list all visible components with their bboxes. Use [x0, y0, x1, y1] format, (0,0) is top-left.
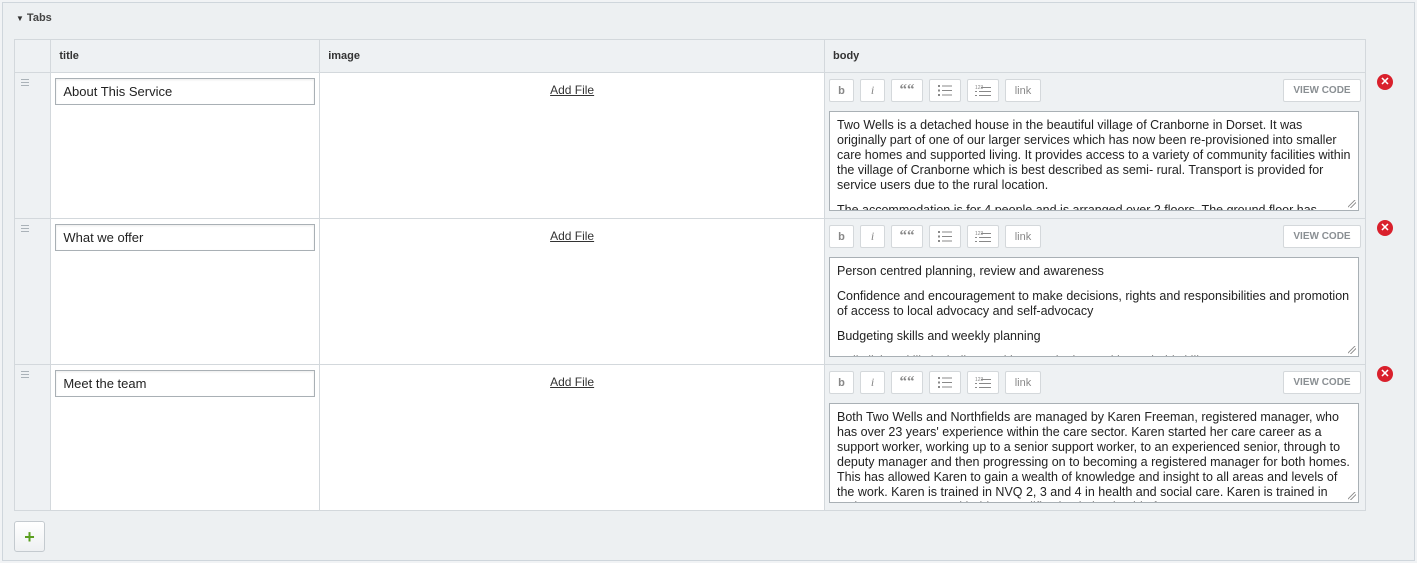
numbered-list-icon: 123 [975, 85, 991, 96]
column-header-title: title [50, 39, 321, 73]
bulleted-list-button[interactable] [929, 371, 961, 394]
title-input[interactable] [55, 224, 316, 251]
body-paragraph: Person centred planning, review and awar… [837, 264, 1104, 278]
add-file-link[interactable]: Add File [550, 83, 594, 97]
quote-icon: ““ [899, 82, 915, 98]
bold-label: b [838, 84, 845, 97]
body-paragraph: The accommodation is for 4 people and is… [837, 203, 1317, 211]
add-file-link[interactable]: Add File [550, 229, 594, 243]
view-code-button[interactable]: VIEW CODE [1283, 371, 1361, 394]
numbered-list-button[interactable]: 123 [967, 371, 999, 394]
link-button[interactable]: link [1005, 371, 1041, 394]
quote-button[interactable]: ““ [891, 225, 923, 248]
numbered-list-icon: 123 [975, 231, 991, 242]
remove-circle-icon: ✕ [1380, 221, 1390, 234]
grip-icon [21, 371, 29, 380]
table-header-row: title image body [13, 39, 1366, 73]
bulleted-list-icon [938, 231, 952, 242]
italic-button[interactable]: i [860, 371, 885, 394]
title-input[interactable] [55, 78, 316, 105]
bold-label: b [838, 230, 845, 243]
section-header[interactable]: ▼ Tabs [16, 12, 52, 24]
table-row: Add File b i ““ 123 [13, 72, 1366, 219]
view-code-button[interactable]: VIEW CODE [1283, 79, 1361, 102]
link-button[interactable]: link [1005, 225, 1041, 248]
add-row-button[interactable]: + [14, 521, 45, 552]
editor-toolbar: b i ““ 123 link VIEW CODE [825, 365, 1365, 396]
link-button[interactable]: link [1005, 79, 1041, 102]
bulleted-list-button[interactable] [929, 225, 961, 248]
handle-column-header [13, 39, 52, 73]
drag-handle[interactable] [13, 364, 52, 511]
body-textarea[interactable]: Person centred planning, review and awar… [829, 257, 1359, 357]
bold-label: b [838, 376, 845, 389]
view-code-label: VIEW CODE [1293, 377, 1351, 388]
italic-button[interactable]: i [860, 79, 885, 102]
remove-circle-icon: ✕ [1380, 367, 1390, 380]
numbered-list-button[interactable]: 123 [967, 225, 999, 248]
editor-toolbar: b i ““ 123 link VIEW CODE [825, 219, 1365, 250]
column-header-image: image [319, 39, 825, 73]
bold-button[interactable]: b [829, 225, 854, 248]
table-row: Add File b i ““ 123 [13, 218, 1366, 365]
resize-handle-icon[interactable] [1348, 492, 1356, 500]
title-input[interactable] [55, 370, 316, 397]
title-cell [50, 218, 321, 365]
body-paragraph: Budgeting skills and weekly planning [837, 329, 1041, 343]
quote-icon: ““ [899, 228, 915, 244]
remove-row-button[interactable]: ✕ [1377, 74, 1393, 90]
resize-handle-icon[interactable] [1348, 346, 1356, 354]
title-cell [50, 364, 321, 511]
numbered-list-button[interactable]: 123 [967, 79, 999, 102]
remove-row-button[interactable]: ✕ [1377, 220, 1393, 236]
grip-icon [21, 79, 29, 88]
body-paragraph: Confidence and encouragement to make dec… [837, 289, 1350, 318]
link-label: link [1014, 376, 1032, 389]
plus-icon: + [24, 526, 35, 547]
triangle-down-icon[interactable]: ▼ [16, 14, 24, 23]
quote-icon: ““ [899, 374, 915, 390]
image-cell: Add File [319, 218, 825, 365]
resize-handle-icon[interactable] [1348, 200, 1356, 208]
tabs-table: title image body Add File b i ““ [13, 39, 1366, 511]
body-textarea[interactable]: Two Wells is a detached house in the bea… [829, 111, 1359, 211]
view-code-button[interactable]: VIEW CODE [1283, 225, 1361, 248]
image-cell: Add File [319, 72, 825, 219]
remove-circle-icon: ✕ [1380, 75, 1390, 88]
quote-button[interactable]: ““ [891, 79, 923, 102]
view-code-label: VIEW CODE [1293, 85, 1351, 96]
bold-button[interactable]: b [829, 371, 854, 394]
italic-label: i [870, 375, 875, 389]
drag-handle[interactable] [13, 72, 52, 219]
quote-button[interactable]: ““ [891, 371, 923, 394]
view-code-label: VIEW CODE [1293, 231, 1351, 242]
column-header-body: body [824, 39, 1366, 73]
link-label: link [1014, 230, 1032, 243]
numbered-list-icon: 123 [975, 377, 991, 388]
italic-label: i [870, 229, 875, 243]
section-title: Tabs [26, 12, 52, 24]
body-cell: b i ““ 123 [824, 72, 1366, 219]
body-paragraph: Two Wells is a detached house in the bea… [837, 118, 1351, 192]
bulleted-list-button[interactable] [929, 79, 961, 102]
grip-icon [21, 225, 29, 234]
editor-toolbar: b i ““ 123 link VIEW CODE [825, 73, 1365, 104]
add-file-link[interactable]: Add File [550, 375, 594, 389]
link-label: link [1014, 84, 1032, 97]
body-cell: b i ““ 123 [824, 364, 1366, 511]
title-cell [50, 72, 321, 219]
body-paragraph: Both Two Wells and Northfields are manag… [837, 410, 1350, 502]
body-cell: b i ““ 123 [824, 218, 1366, 365]
italic-label: i [870, 83, 875, 97]
body-textarea[interactable]: Both Two Wells and Northfields are manag… [829, 403, 1359, 503]
body-paragraph: Daily living skills including cooking, g… [837, 354, 1351, 356]
image-cell: Add File [319, 364, 825, 511]
bulleted-list-icon [938, 85, 952, 96]
table-row: Add File b i ““ 123 [13, 364, 1366, 511]
italic-button[interactable]: i [860, 225, 885, 248]
remove-row-button[interactable]: ✕ [1377, 366, 1393, 382]
bold-button[interactable]: b [829, 79, 854, 102]
bulleted-list-icon [938, 377, 952, 388]
drag-handle[interactable] [13, 218, 52, 365]
